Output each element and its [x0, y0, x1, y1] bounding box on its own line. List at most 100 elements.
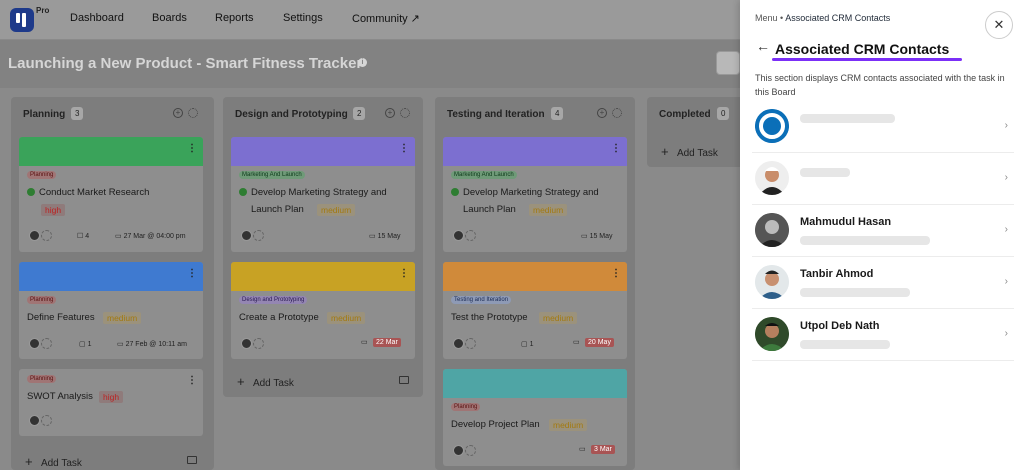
avatar	[755, 161, 789, 195]
kebab-icon[interactable]: ⋮	[187, 375, 197, 386]
nav-reports[interactable]: Reports	[215, 12, 254, 24]
card-title: Develop Project Plan	[451, 419, 540, 430]
check-icon	[239, 188, 247, 196]
card-title: SWOT Analysis	[27, 391, 93, 402]
add-task-button[interactable]: + Add Task	[661, 144, 718, 159]
kebab-icon[interactable]: ⋮	[187, 268, 197, 279]
chevron-right-icon[interactable]: ›	[1005, 328, 1008, 339]
gear-icon[interactable]	[400, 108, 410, 118]
plus-circle-icon[interactable]: +	[173, 108, 183, 118]
kebab-icon[interactable]: ⋮	[399, 143, 409, 154]
task-card[interactable]: ⋮ Testing and Iteration Test the Prototy…	[443, 262, 627, 359]
task-card[interactable]: ⋮ Planning SWOT Analysis high	[19, 369, 203, 436]
task-card[interactable]: ⋮ Planning Conduct Market Research high …	[19, 137, 203, 252]
chevron-right-icon[interactable]: ›	[1005, 276, 1008, 287]
task-card[interactable]: ⋮ Marketing And Launch Develop Marketing…	[443, 137, 627, 252]
plus-circle-icon[interactable]: +	[597, 108, 607, 118]
column-count: 4	[551, 107, 564, 120]
add-assignee-icon[interactable]	[41, 230, 52, 241]
kebab-icon[interactable]: ⋮	[399, 268, 409, 279]
due-date[interactable]: ▭ 15 May	[369, 232, 401, 240]
kebab-icon[interactable]: ⋮	[611, 143, 621, 154]
kebab-icon[interactable]: ⋮	[187, 143, 197, 154]
breadcrumb-menu[interactable]: Menu	[755, 13, 778, 23]
kebab-icon[interactable]: ⋮	[611, 268, 621, 279]
card-title: Conduct Market Research	[27, 187, 149, 198]
contact-row[interactable]: Mahmudul Hasan ›	[752, 206, 1014, 257]
task-card[interactable]: ⋮ Planning Define Features medium ▢ 1 ▭ …	[19, 262, 203, 359]
due-date-value: 27 Feb @ 10:11 am	[125, 341, 188, 348]
contact-row[interactable]: Utpol Deb Nath ›	[752, 310, 1014, 361]
add-assignee-icon[interactable]	[253, 230, 264, 241]
card-tag: Testing and Iteration	[451, 296, 512, 304]
card-color-band	[443, 262, 627, 291]
calendar-icon: ▭	[361, 339, 368, 346]
plus-icon: +	[237, 374, 245, 389]
due-date-overdue[interactable]: 3 Mar	[591, 445, 615, 454]
chevron-right-icon[interactable]: ›	[1005, 172, 1008, 183]
comment-count-value: 1	[87, 341, 92, 348]
crm-contacts-panel: Menu • Associated CRM Contacts ✕ ← Assoc…	[740, 0, 1024, 470]
column-count: 3	[71, 107, 84, 120]
due-date[interactable]: ▭ 15 May	[581, 232, 613, 240]
due-date-overdue[interactable]: 20 May	[585, 338, 614, 347]
card-tag: Planning	[27, 171, 57, 179]
add-assignee-icon[interactable]	[465, 230, 476, 241]
task-card[interactable]: Planning Develop Project Plan medium ▭ 3…	[443, 369, 627, 466]
back-arrow-icon[interactable]: ←	[756, 38, 770, 54]
card-icon[interactable]	[187, 456, 197, 464]
contact-name: Utpol Deb Nath	[800, 320, 880, 332]
avatar	[755, 317, 789, 351]
plus-icon: +	[661, 144, 669, 159]
column-title: Planning	[23, 109, 66, 120]
contact-name: Tanbir Ahmod	[800, 268, 874, 280]
logo-icon[interactable]	[10, 8, 34, 32]
card-color-band	[443, 137, 627, 166]
close-icon[interactable]: ✕	[985, 11, 1013, 39]
card-title: Develop Marketing Strategy and	[239, 187, 387, 198]
add-task-button[interactable]: + Add Task	[25, 454, 82, 469]
add-assignee-icon[interactable]	[41, 338, 52, 349]
column-design-and-prototyping: Design and Prototyping 2 + ⋮ Marketing A…	[223, 97, 423, 397]
gear-icon[interactable]	[612, 108, 622, 118]
card-icon[interactable]	[399, 376, 409, 384]
column-title: Completed	[659, 109, 711, 120]
gear-icon[interactable]	[188, 108, 198, 118]
add-assignee-icon[interactable]	[465, 445, 476, 456]
chevron-right-icon[interactable]: ›	[1005, 224, 1008, 235]
due-date-value: 15 May	[377, 233, 401, 240]
plus-circle-icon[interactable]: +	[385, 108, 395, 118]
nav-dashboard[interactable]: Dashboard	[70, 12, 124, 24]
nav-community[interactable]: Community ↗	[352, 12, 420, 25]
add-assignee-icon[interactable]	[41, 415, 52, 426]
card-tag: Marketing And Launch	[451, 171, 517, 179]
subtask-count: ☐ 4	[77, 233, 90, 240]
add-task-button[interactable]: + Add Task	[237, 374, 294, 389]
add-assignee-icon[interactable]	[465, 338, 476, 349]
avatar	[453, 445, 464, 456]
breadcrumb-current: Associated CRM Contacts	[785, 13, 891, 23]
task-card[interactable]: ⋮ Design and Prototyping Create a Protot…	[231, 262, 415, 359]
info-icon[interactable]: i	[358, 58, 367, 67]
nav-boards[interactable]: Boards	[152, 12, 187, 24]
due-date[interactable]: ▭ 27 Mar @ 04:00 pm	[115, 232, 186, 240]
card-color-band	[231, 137, 415, 166]
chevron-right-icon[interactable]: ›	[1005, 120, 1008, 131]
due-date[interactable]: ▭ 27 Feb @ 10:11 am	[117, 340, 187, 348]
add-assignee-icon[interactable]	[253, 338, 264, 349]
contact-row[interactable]: ›	[752, 154, 1014, 205]
comment-count: ▢ 1	[521, 341, 534, 348]
card-title: Define Features	[27, 312, 95, 323]
avatar	[241, 338, 252, 349]
column-title: Testing and Iteration	[447, 109, 545, 120]
card-title: Test the Prototype	[451, 312, 528, 323]
column-title: Design and Prototyping	[235, 109, 348, 120]
contact-row[interactable]: Tanbir Ahmod ›	[752, 258, 1014, 309]
due-date-overdue[interactable]: 22 Mar	[373, 338, 401, 347]
contact-row[interactable]: ›	[752, 102, 1014, 153]
board-view-icon[interactable]	[716, 51, 740, 75]
priority-badge: medium	[317, 204, 356, 216]
nav-settings[interactable]: Settings	[283, 12, 323, 24]
task-card[interactable]: ⋮ Marketing And Launch Develop Marketing…	[231, 137, 415, 252]
card-title-text: Develop Marketing Strategy and	[463, 187, 599, 198]
